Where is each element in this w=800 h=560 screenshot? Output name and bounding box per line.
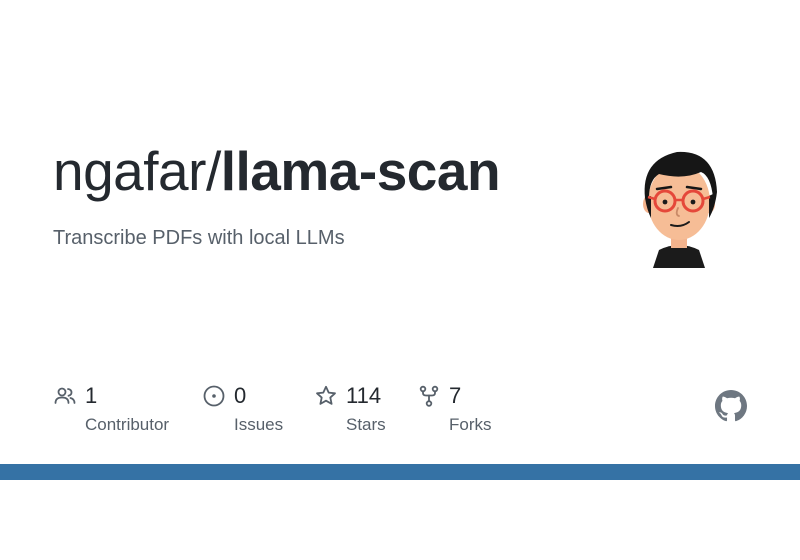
contributors-label: Contributor bbox=[85, 415, 170, 434]
repo-title[interactable]: ngafar/llama-scan bbox=[53, 136, 501, 206]
issues-label: Issues bbox=[234, 415, 284, 434]
repo-description: Transcribe PDFs with local LLMs bbox=[53, 227, 345, 249]
issue-opened-icon bbox=[202, 384, 226, 408]
owner-avatar[interactable] bbox=[631, 146, 727, 268]
repo-forked-icon bbox=[417, 384, 441, 408]
people-icon bbox=[53, 384, 77, 408]
forks-label: Forks bbox=[449, 415, 492, 434]
forks-count: 7 bbox=[449, 383, 462, 408]
repo-name[interactable]: llama-scan bbox=[221, 140, 501, 202]
stars-label: Stars bbox=[346, 415, 386, 434]
repo-owner[interactable]: ngafar/ bbox=[53, 140, 221, 202]
avatar-illustration bbox=[643, 151, 717, 268]
repo-social-card: ngafar/llama-scan Transcribe PDFs with l… bbox=[0, 0, 800, 560]
language-bar bbox=[0, 464, 800, 480]
star-icon bbox=[314, 384, 338, 408]
contributors-count: 1 bbox=[85, 383, 98, 408]
stars-count: 114 bbox=[346, 383, 382, 408]
issues-count: 0 bbox=[234, 383, 247, 408]
github-mark-icon[interactable] bbox=[715, 390, 747, 422]
